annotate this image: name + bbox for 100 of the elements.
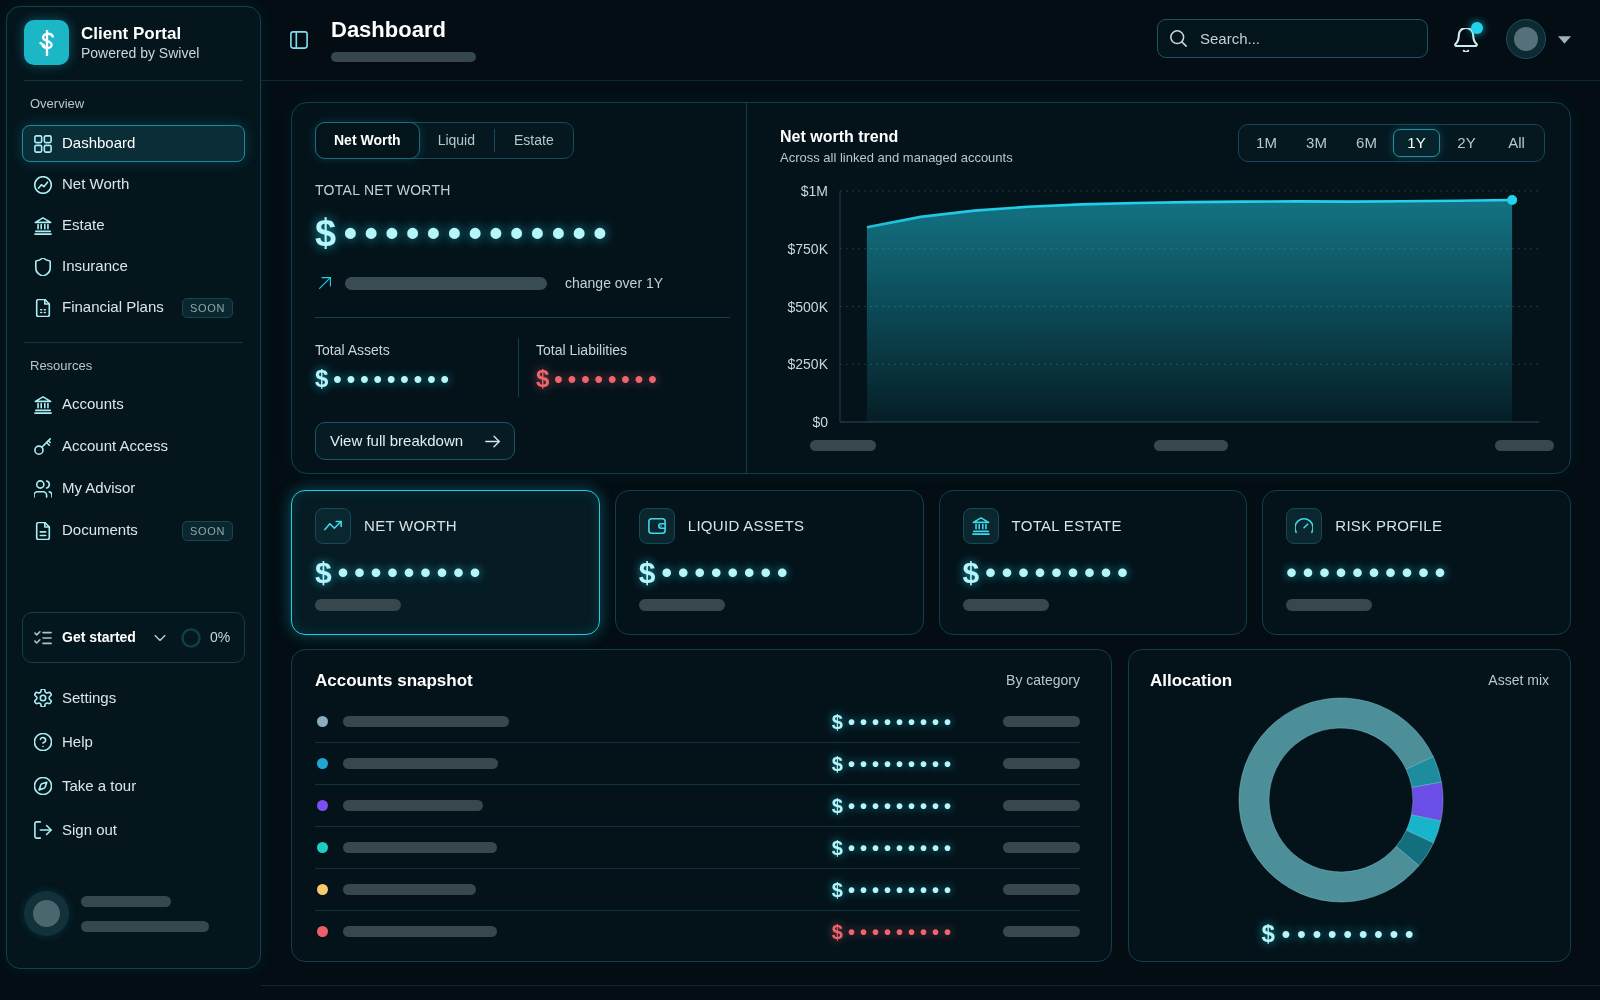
search-icon	[1170, 30, 1187, 47]
total-label: TOTAL NET WORTH	[315, 181, 451, 199]
bank-icon	[34, 395, 52, 414]
axis-label-placeholder	[810, 440, 876, 451]
app-title: Client Portal	[81, 23, 183, 44]
masked-amount: $•••••••••	[831, 709, 956, 734]
axis-label-placeholder	[1495, 440, 1554, 451]
axis-label: $750K	[787, 240, 828, 257]
page-title: Dashboard	[331, 16, 447, 44]
settings-icon	[34, 689, 52, 707]
wallet-icon	[638, 508, 675, 544]
people-icon	[34, 479, 52, 498]
masked-amount: $•••••••••	[831, 877, 956, 902]
period-tab[interactable]: 1M	[1243, 129, 1290, 157]
period-tab[interactable]: 6M	[1343, 129, 1390, 157]
sidebar-item[interactable]: Settings	[22, 679, 245, 717]
sidebar-item[interactable]: My Advisor	[22, 470, 245, 507]
logo-icon	[24, 20, 69, 65]
arrow-right-icon	[485, 433, 501, 449]
section-heading: Resources	[29, 358, 94, 374]
grid-icon	[34, 134, 52, 153]
get-started-button[interactable]: Get started	[34, 627, 167, 648]
sidebar-item[interactable]: Insurance	[22, 248, 245, 285]
document-icon	[34, 521, 52, 540]
compass-icon	[34, 777, 52, 795]
gauge-icon	[1286, 508, 1323, 544]
segment-tab[interactable]: Net Worth	[315, 122, 420, 159]
masked-amount: $•••••••••••••	[315, 213, 615, 253]
sidebar-item[interactable]: Sign out	[22, 811, 245, 849]
sidebar-item[interactable]: Documents SOON	[22, 512, 245, 549]
progress-ring	[180, 627, 201, 648]
chart-title: Net worth trend	[780, 127, 900, 147]
masked-amount: $•••••••••	[831, 751, 956, 776]
breakdown-button[interactable]: View full breakdown	[315, 422, 516, 460]
masked-amount: $•••••••••	[962, 557, 1134, 589]
period-tab[interactable]: 3M	[1293, 129, 1340, 157]
key-icon	[34, 437, 52, 456]
stat-label: LIQUID ASSETS	[687, 515, 805, 536]
sidebar-item[interactable]: Account Access	[22, 428, 245, 465]
chart-subtitle: Across all linked and managed accounts	[780, 149, 1013, 166]
help-icon	[34, 733, 52, 751]
masked-amount: $•••••••••	[831, 835, 956, 860]
soon-tag: SOON	[181, 520, 233, 541]
period-tab[interactable]: 2Y	[1443, 129, 1490, 157]
app-subtitle: Powered by Swivel	[81, 44, 200, 62]
axis-label: $1M	[800, 183, 828, 199]
card-title: Allocation	[1150, 670, 1233, 691]
progress-reading: 0%	[209, 628, 231, 647]
stat-label: RISK PROFILE	[1335, 515, 1443, 536]
stat-card[interactable]: NET WORTH $•••••••••	[291, 490, 600, 635]
sidebar-item[interactable]: Estate	[22, 207, 245, 244]
axis-label: $500K	[787, 298, 828, 315]
user-avatar	[24, 891, 69, 936]
stat-card[interactable]: RISK PROFILE ••••••••••	[1262, 490, 1571, 635]
segment-tab[interactable]: Liquid	[418, 123, 494, 158]
user-avatar[interactable]	[1506, 19, 1546, 59]
soon-tag: SOON	[181, 297, 233, 318]
stat-card[interactable]: TOTAL ESTATE $•••••••••	[938, 490, 1248, 635]
stat-card[interactable]: LIQUID ASSETS $••••••••	[614, 490, 924, 635]
period-tab[interactable]: 1Y	[1393, 129, 1440, 157]
caret-down-icon[interactable]	[1558, 36, 1571, 44]
masked-amount: $•••••••••	[315, 557, 487, 589]
shield-icon	[34, 257, 52, 276]
card-caption: By category	[1006, 671, 1080, 690]
masked-amount: $••••••••	[536, 364, 662, 394]
change-caption: change over 1Y	[565, 273, 664, 293]
stat-label: TOTAL ESTATE	[1011, 515, 1122, 536]
segment-tab[interactable]: Estate	[494, 129, 573, 152]
sign-out-icon	[34, 821, 52, 839]
sidebar-item[interactable]: Help	[22, 723, 245, 761]
spreadsheet-icon	[34, 298, 52, 317]
axis-label: $250K	[787, 356, 828, 373]
sidebar-toggle-icon[interactable]	[290, 31, 308, 49]
sidebar-item[interactable]: Accounts	[22, 386, 245, 423]
end-point-marker	[1507, 195, 1518, 205]
masked-amount: ••••••••••	[1286, 557, 1452, 589]
card-caption: Asset mix	[1488, 671, 1549, 690]
bell-icon[interactable]	[1454, 28, 1478, 52]
sidebar-item[interactable]: Financial Plans SOON	[22, 289, 245, 326]
masked-amount: $•••••••••	[831, 793, 956, 818]
masked-amount: $•••••••••	[315, 364, 454, 394]
total-label: Total Liabilities	[536, 341, 628, 359]
sidebar-item[interactable]: Dashboard	[22, 125, 245, 162]
period-tab[interactable]: All	[1493, 129, 1540, 157]
line-chart-icon	[34, 175, 52, 194]
bank-icon	[34, 216, 52, 235]
sidebar-item[interactable]: Take a tour	[22, 767, 245, 805]
bank-icon	[962, 508, 999, 544]
trending-up-icon	[315, 508, 351, 544]
axis-label: $0	[812, 414, 828, 430]
checklist-icon	[34, 628, 52, 647]
masked-amount: $•••••••••	[1261, 919, 1421, 949]
section-heading: Overview	[29, 96, 86, 112]
stat-label: NET WORTH	[364, 515, 457, 536]
card-title: Accounts snapshot	[315, 670, 473, 691]
search-field[interactable]: Search...	[1157, 19, 1428, 58]
total-label: Total Assets	[315, 341, 390, 359]
sidebar-item[interactable]: Net Worth	[22, 166, 245, 203]
masked-amount: $•••••••••	[831, 919, 956, 944]
masked-amount: $••••••••	[638, 557, 794, 589]
